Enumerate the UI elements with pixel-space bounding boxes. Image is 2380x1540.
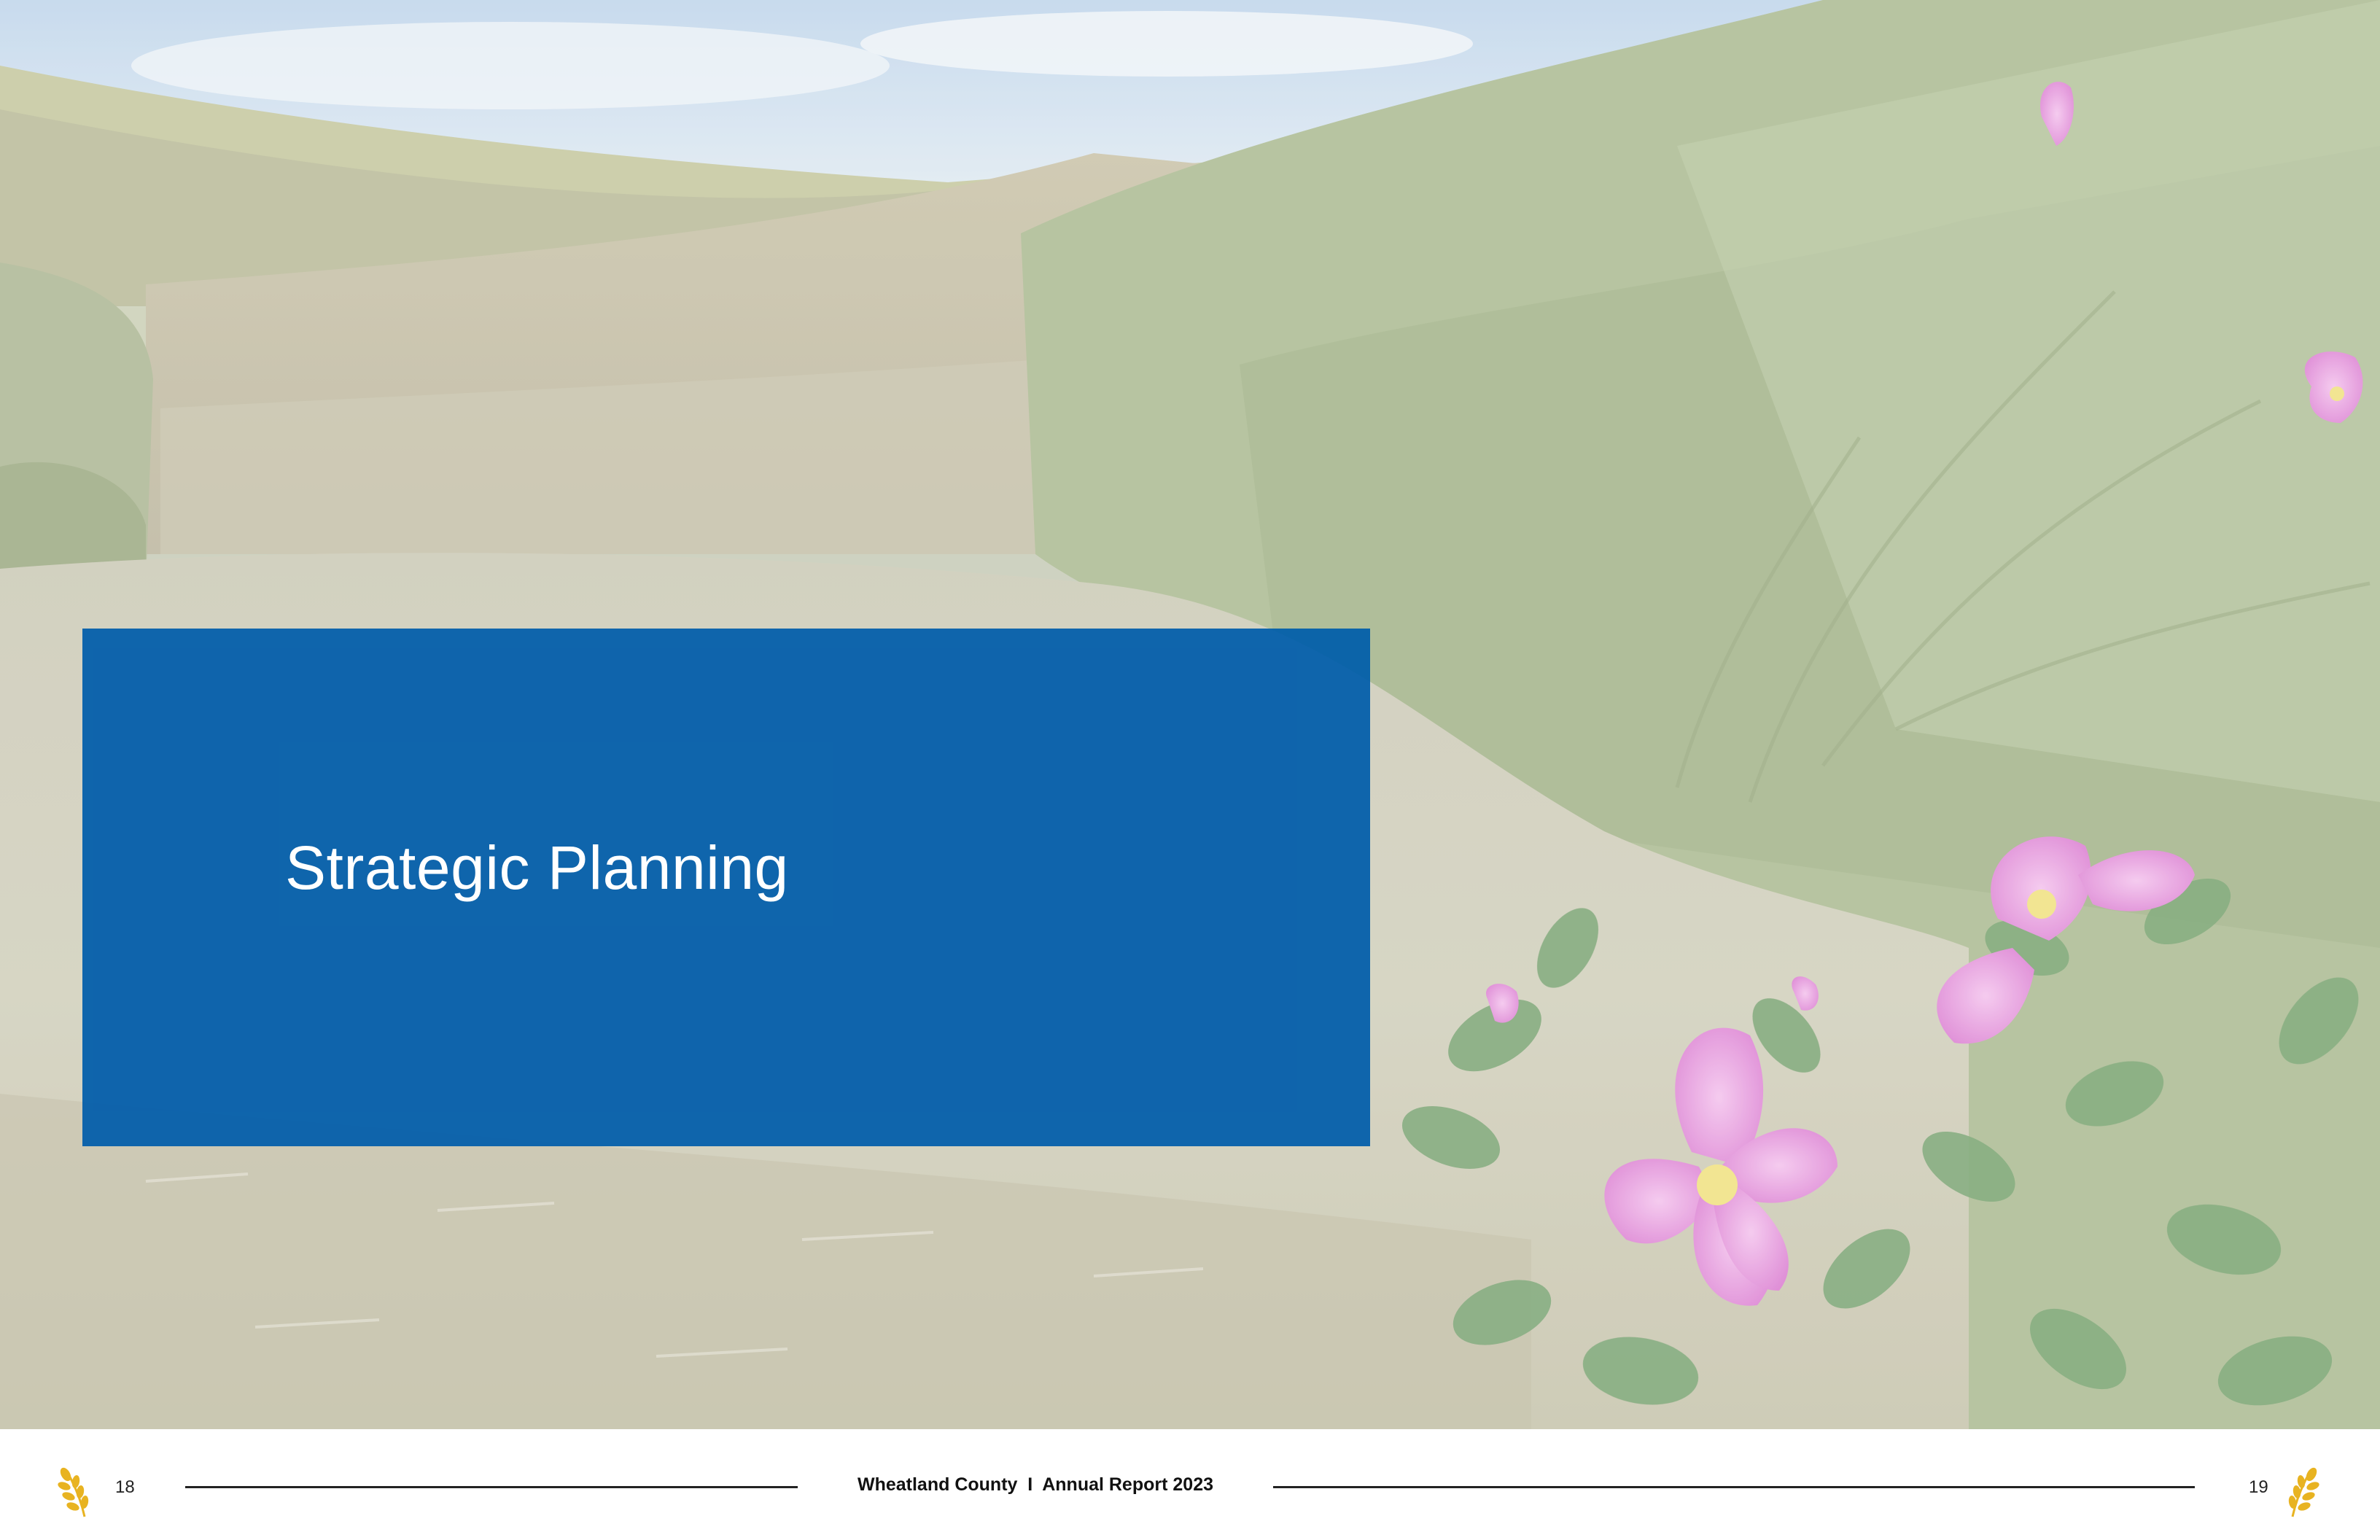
page-number-left: 18 [115, 1477, 135, 1497]
page-number-right: 19 [2249, 1477, 2268, 1497]
footer-rule-right [1273, 1486, 2195, 1488]
publication-title: Wheatland County I Annual Report 2023 [857, 1474, 1213, 1495]
wheat-icon [2288, 1467, 2319, 1517]
wheat-icon [58, 1467, 89, 1517]
section-title-panel: Strategic Planning [82, 629, 1370, 1146]
section-title: Strategic Planning [285, 833, 789, 902]
footer-rule-left [185, 1486, 798, 1488]
page-footer: 18 Wheatland County I Annual Report 2023… [0, 1429, 2380, 1540]
